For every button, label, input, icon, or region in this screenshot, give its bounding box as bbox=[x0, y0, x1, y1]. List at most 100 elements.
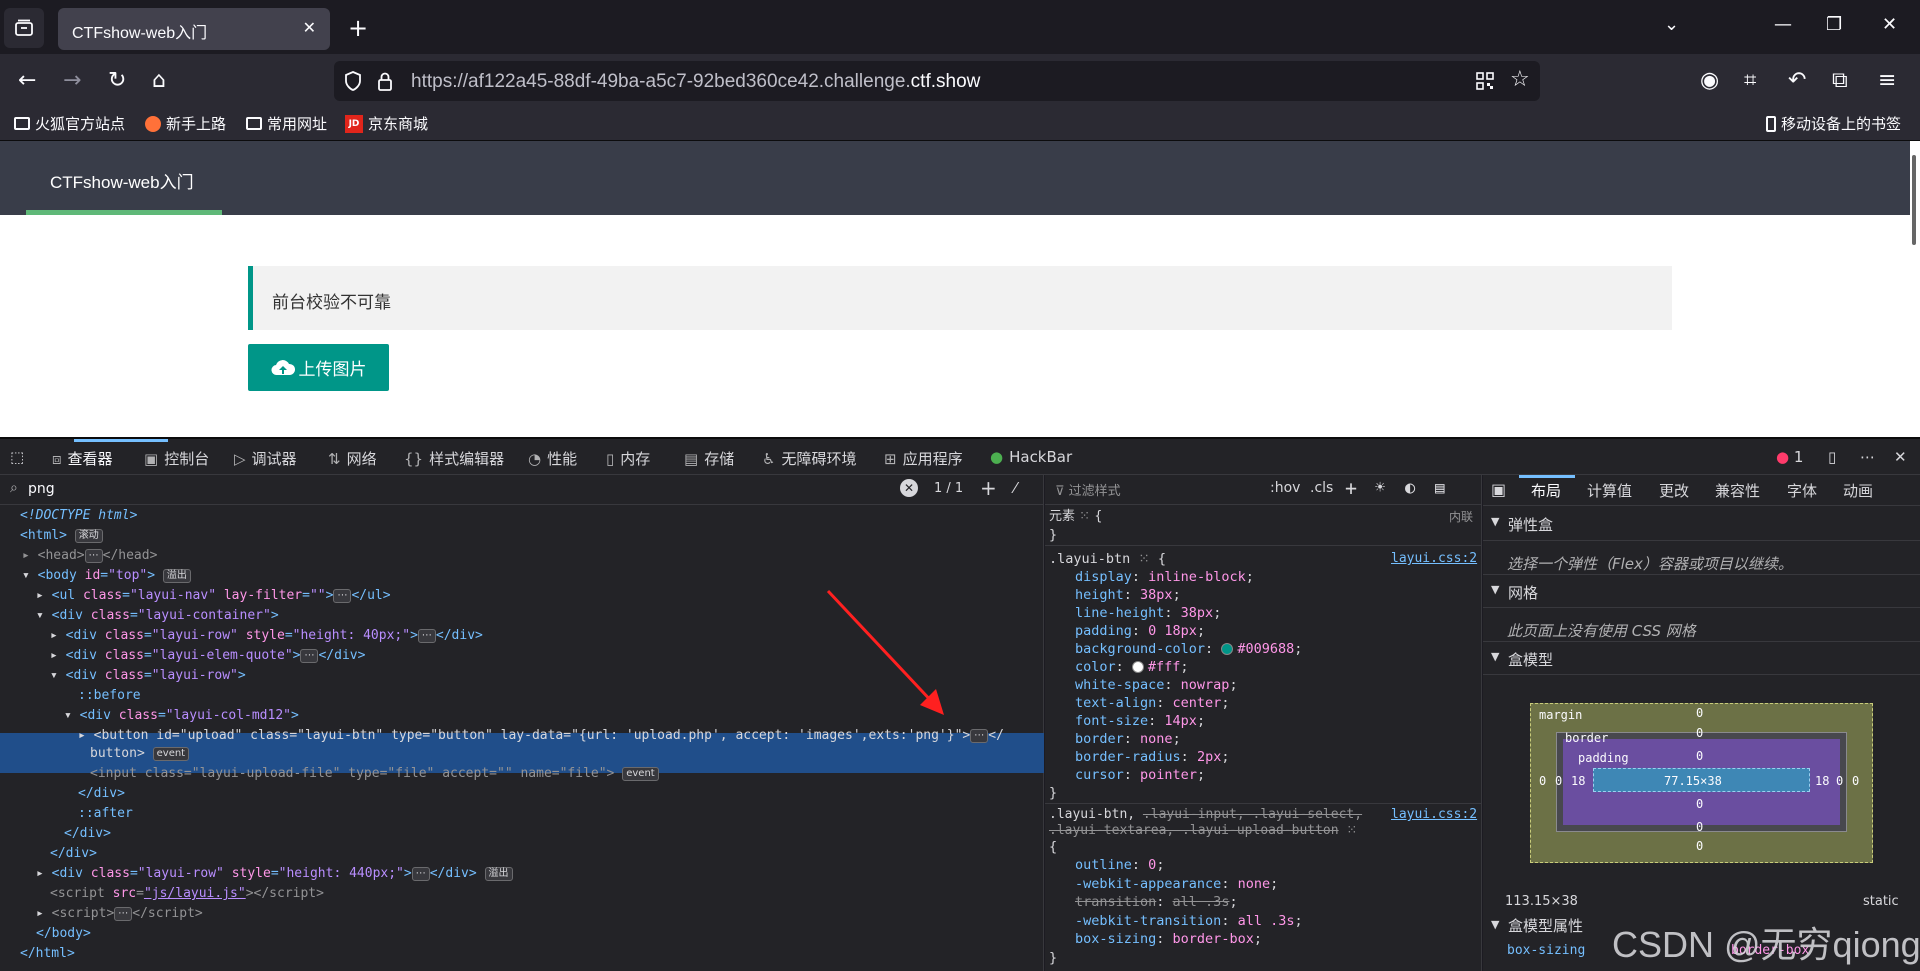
rule-source-link[interactable]: layui.css:2 bbox=[1391, 806, 1477, 824]
markup-line[interactable]: ▸ <head> ⋯ </head> bbox=[22, 546, 157, 566]
css-property-name[interactable]: transition bbox=[1075, 894, 1156, 910]
css-declaration[interactable]: -webkit-appearance: none; bbox=[1075, 875, 1278, 893]
tab-layout[interactable]: 布局 bbox=[1531, 480, 1561, 501]
color-swatch[interactable] bbox=[1131, 661, 1144, 673]
rule-selector[interactable]: .layui-btn ⁙ { bbox=[1049, 550, 1166, 568]
markup-line[interactable]: ▸ <div class="layui-row" style="height: … bbox=[36, 864, 513, 884]
markup-line[interactable]: ▾ <div class="layui-col-md12"> bbox=[64, 706, 299, 726]
bookmark-item[interactable]: 常用网址 bbox=[246, 113, 327, 134]
extensions-icon[interactable]: ⧉ bbox=[1832, 68, 1848, 93]
css-declaration[interactable]: cursor: pointer; bbox=[1075, 766, 1205, 784]
page-scrollbar[interactable] bbox=[1912, 155, 1916, 245]
margin-left[interactable]: 0 bbox=[1539, 774, 1546, 788]
css-declaration[interactable]: border: none; bbox=[1075, 730, 1181, 748]
new-tab-icon[interactable]: + bbox=[348, 14, 368, 42]
markup-line[interactable]: <!DOCTYPE html> bbox=[20, 506, 137, 526]
tab-accessibility[interactable]: ♿ 无障碍环境 bbox=[762, 448, 856, 469]
css-property-value[interactable]: none bbox=[1140, 731, 1173, 747]
css-property-name[interactable]: box-sizing bbox=[1075, 931, 1156, 947]
css-property-value[interactable]: inline-block bbox=[1148, 569, 1246, 585]
markup-line[interactable]: ▸ <ul class="layui-nav" lay-filter=""> ⋯ <… bbox=[36, 586, 391, 606]
css-property-name[interactable]: text-align bbox=[1075, 695, 1156, 711]
markup-line[interactable]: ::before bbox=[78, 686, 141, 706]
css-declaration[interactable]: text-align: center; bbox=[1075, 694, 1229, 712]
print-media-icon[interactable]: ▤ bbox=[1435, 478, 1445, 497]
more-options-icon[interactable]: ⋯ bbox=[1860, 448, 1875, 466]
css-declaration[interactable]: border-radius: 2px; bbox=[1075, 748, 1229, 766]
pick-element-icon[interactable]: ⬚ bbox=[10, 448, 24, 466]
close-tab-icon[interactable]: ✕ bbox=[303, 18, 316, 38]
markup-line[interactable]: <input class="layui-upload-file" type="f… bbox=[90, 764, 659, 784]
bookmark-item[interactable]: 火狐官方站点 bbox=[14, 113, 125, 134]
add-node-icon[interactable]: + bbox=[980, 476, 997, 500]
padding-left[interactable]: 18 bbox=[1571, 774, 1585, 788]
css-property-value[interactable]: 38px bbox=[1181, 605, 1214, 621]
tab-network[interactable]: ⇅ 网络 bbox=[328, 448, 377, 469]
margin-right[interactable]: 0 bbox=[1852, 774, 1859, 788]
tab-animations[interactable]: 动画 bbox=[1843, 480, 1873, 501]
css-property-value[interactable]: border-box bbox=[1173, 931, 1254, 947]
tab-inspector[interactable]: ⧈ 查看器 bbox=[52, 448, 113, 469]
browser-tab[interactable]: CTFshow-web入门 ✕ bbox=[58, 8, 330, 50]
markup-line[interactable]: ::after bbox=[78, 804, 133, 824]
lock-icon[interactable] bbox=[377, 71, 393, 91]
chevron-down-icon[interactable]: ⌄ bbox=[1664, 14, 1679, 35]
dock-icon[interactable]: ▯ bbox=[1828, 448, 1836, 466]
tab-storage[interactable]: ▤ 存储 bbox=[684, 448, 734, 469]
markup-line[interactable]: ▸ <div class="layui-row" style="height: … bbox=[50, 626, 483, 646]
tab-memory[interactable]: ▯ 内存 bbox=[606, 448, 650, 469]
light-scheme-icon[interactable]: ☀ bbox=[1375, 478, 1385, 498]
bookmark-item[interactable]: 新手上路 bbox=[145, 113, 226, 134]
css-property-value[interactable]: all .3s bbox=[1238, 913, 1295, 929]
margin-bottom[interactable]: 0 bbox=[1696, 839, 1703, 853]
css-property-name[interactable]: white-space bbox=[1075, 677, 1164, 693]
markup-line[interactable]: </div> bbox=[64, 824, 111, 844]
markup-line[interactable]: ▸ <script> ⋯ </script> bbox=[36, 904, 203, 924]
css-property-value[interactable]: none bbox=[1238, 876, 1271, 892]
clear-search-icon[interactable]: ✕ bbox=[900, 479, 918, 497]
css-declaration[interactable]: color: #fff; bbox=[1075, 658, 1189, 676]
markup-line-selected[interactable]: ▸ <button id="upload" class="layui-btn" … bbox=[78, 726, 1004, 746]
hov-toggle[interactable]: :hov bbox=[1270, 480, 1300, 496]
tab-application[interactable]: ⊞ 应用程序 bbox=[884, 448, 963, 469]
restore-icon[interactable]: ❐ bbox=[1826, 14, 1842, 35]
css-property-name[interactable]: border bbox=[1075, 731, 1124, 747]
css-property-name[interactable]: display bbox=[1075, 569, 1132, 585]
grid-section-header[interactable]: ▼ 网格 bbox=[1483, 574, 1920, 608]
back-icon[interactable]: ← bbox=[18, 68, 36, 93]
shield-icon[interactable] bbox=[344, 71, 362, 91]
css-property-value[interactable]: nowrap bbox=[1181, 677, 1230, 693]
css-property-value[interactable]: pointer bbox=[1140, 767, 1197, 783]
mobile-bookmarks[interactable]: 移动设备上的书签 bbox=[1766, 113, 1901, 134]
tab-hackbar[interactable]: ● HackBar bbox=[990, 448, 1072, 466]
markup-line[interactable]: ▾ <body id="top"> 溢出 bbox=[22, 566, 191, 586]
tab-list-button[interactable] bbox=[4, 8, 44, 48]
border-left[interactable]: 0 bbox=[1555, 774, 1562, 788]
crop-icon[interactable]: ⌗ bbox=[1744, 68, 1756, 93]
markup-line[interactable]: </body> bbox=[36, 924, 91, 944]
css-declaration[interactable]: line-height: 38px; bbox=[1075, 604, 1221, 622]
markup-line[interactable]: ▾ <div class="layui-row"> bbox=[50, 666, 246, 686]
css-property-value[interactable]: 2px bbox=[1197, 749, 1221, 765]
css-declaration[interactable]: font-size: 14px; bbox=[1075, 712, 1205, 730]
css-property-name[interactable]: color bbox=[1075, 659, 1116, 675]
close-devtools-icon[interactable]: ✕ bbox=[1894, 448, 1907, 466]
css-property-name[interactable]: outline bbox=[1075, 857, 1132, 873]
css-property-name[interactable]: border-radius bbox=[1075, 749, 1181, 765]
forward-icon[interactable]: → bbox=[63, 68, 81, 93]
css-property-value[interactable]: 38px bbox=[1140, 587, 1173, 603]
cls-toggle[interactable]: .cls bbox=[1310, 480, 1333, 496]
css-property-name[interactable]: background-color bbox=[1075, 641, 1205, 657]
css-property-value[interactable]: 0 18px bbox=[1148, 623, 1197, 639]
css-property-value[interactable]: 14px bbox=[1164, 713, 1197, 729]
nav-item[interactable]: CTFshow-web入门 bbox=[26, 141, 222, 215]
markup-line[interactable]: <script src="js/layui.js"></script> bbox=[50, 884, 324, 904]
css-property-name[interactable]: -webkit-appearance bbox=[1075, 876, 1221, 892]
css-declaration[interactable]: box-sizing: border-box; bbox=[1075, 930, 1262, 948]
padding-right[interactable]: 18 bbox=[1815, 774, 1829, 788]
css-property-name[interactable]: font-size bbox=[1075, 713, 1148, 729]
tab-performance[interactable]: ◔ 性能 bbox=[528, 448, 577, 469]
css-declaration[interactable]: display: inline-block; bbox=[1075, 568, 1254, 586]
color-swatch[interactable] bbox=[1221, 643, 1234, 655]
filter-styles-input[interactable]: ⊽ 过滤样式 bbox=[1055, 480, 1121, 499]
